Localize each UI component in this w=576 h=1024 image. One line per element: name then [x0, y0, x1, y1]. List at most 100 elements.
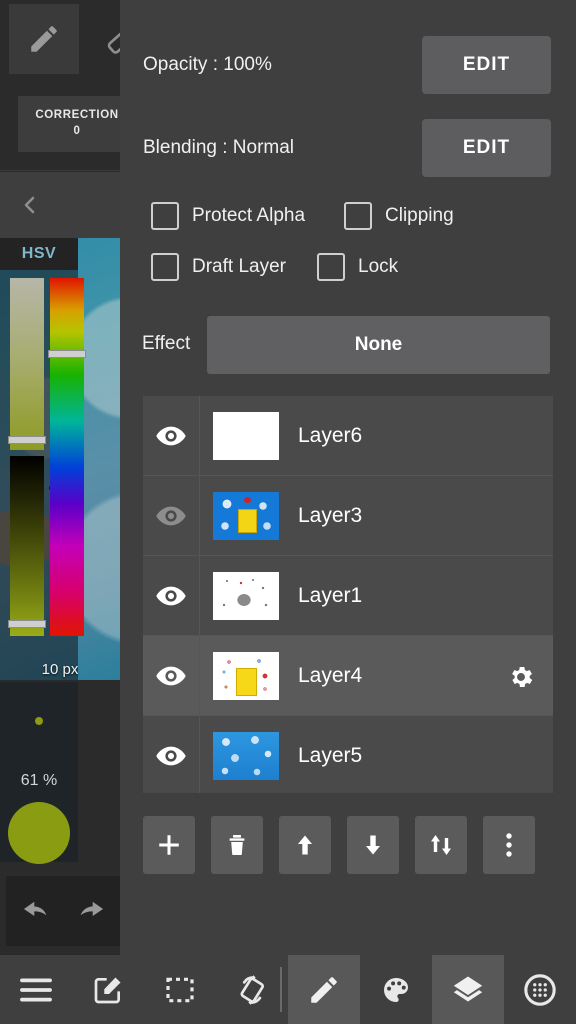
- layer-visibility-toggle[interactable]: [143, 475, 200, 556]
- table-row[interactable]: Layer6: [143, 396, 553, 476]
- reorder-layers-button[interactable]: [415, 816, 467, 874]
- layer-visibility-toggle[interactable]: [143, 715, 200, 793]
- nav-divider: [280, 967, 282, 1012]
- layer-visibility-toggle[interactable]: [143, 555, 200, 636]
- layer-thumbnail[interactable]: [213, 411, 279, 460]
- ibispaint-app: CORRECTION 0 HSV 10 px 61 % Opacity: 10…: [0, 0, 576, 1024]
- nav-selection-button[interactable]: [144, 955, 216, 1024]
- gear-icon: [512, 666, 533, 688]
- arrow-up-icon: [298, 835, 312, 855]
- checkbox-draft-layer[interactable]: Draft Layer: [151, 253, 286, 281]
- current-color-swatch[interactable]: [8, 802, 70, 864]
- brush-dot-preview: [35, 717, 43, 725]
- table-row[interactable]: Layer1: [143, 555, 553, 636]
- left-sidebar: CORRECTION 0 HSV 10 px 61 %: [0, 0, 120, 955]
- effect-value-button[interactable]: None: [207, 316, 550, 374]
- eye-icon: [156, 746, 186, 765]
- layer-settings-button[interactable]: [507, 663, 535, 691]
- opacity-row: Opacity : 100% EDIT: [120, 28, 576, 102]
- trash-icon: [229, 835, 245, 855]
- chevron-left-icon: [18, 190, 42, 220]
- checkbox-lock[interactable]: Lock: [317, 253, 398, 281]
- nav-menu-button[interactable]: [0, 955, 72, 1024]
- tool-strip: [0, 0, 120, 78]
- layer-action-bar: [143, 816, 553, 936]
- nav-layers-button[interactable]: [432, 955, 504, 1024]
- effect-row: Effect None: [120, 316, 576, 376]
- nav-rotate-button[interactable]: [216, 955, 288, 1024]
- palette-icon: [384, 977, 408, 1002]
- layers-list[interactable]: Layer6 Layer3 Layer1 Layer4 Layer5: [143, 396, 553, 793]
- pencil-tool-button[interactable]: [9, 4, 79, 74]
- checkbox-box: [344, 202, 372, 230]
- add-layer-button[interactable]: [143, 816, 195, 874]
- blending-edit-button[interactable]: EDIT: [422, 119, 551, 177]
- layer-properties-panel: Opacity : 100% EDIT Blending : Normal ED…: [120, 0, 576, 955]
- eye-icon: [156, 426, 186, 445]
- undo-redo-bar: [6, 876, 120, 946]
- delete-layer-button[interactable]: [211, 816, 263, 874]
- layer-visibility-toggle[interactable]: [143, 396, 200, 476]
- eye-icon: [156, 586, 186, 605]
- hsv-title-bar: HSV: [0, 238, 78, 270]
- blending-label: Blending : Normal: [143, 137, 295, 158]
- eye-icon: [156, 666, 186, 685]
- layer-name: Layer4: [298, 663, 363, 687]
- table-row[interactable]: Layer4: [143, 635, 553, 716]
- layer-thumbnail[interactable]: [213, 651, 279, 700]
- nav-palette-button[interactable]: [360, 955, 432, 1024]
- table-row[interactable]: Layer3: [143, 475, 553, 556]
- checkbox-box: [151, 202, 179, 230]
- value-slider[interactable]: [10, 456, 44, 636]
- layer-thumbnail[interactable]: [213, 731, 279, 780]
- nav-brush-button[interactable]: [288, 955, 360, 1024]
- checkbox-clipping[interactable]: Clipping: [344, 202, 454, 230]
- pencil-icon: [27, 22, 61, 56]
- opacity-label: Opacity : 100%: [143, 54, 272, 75]
- grid-circle-icon: [524, 973, 556, 1006]
- hue-slider[interactable]: [50, 278, 84, 636]
- divider: [0, 170, 120, 171]
- layer-name: Layer5: [298, 743, 363, 767]
- correction-title: CORRECTION: [35, 109, 119, 122]
- more-vertical-icon: [506, 833, 512, 857]
- checkbox-label: Draft Layer: [192, 256, 286, 277]
- saturation-slider[interactable]: [10, 278, 44, 450]
- checkbox-label: Protect Alpha: [192, 205, 306, 226]
- checkbox-box: [151, 253, 179, 281]
- table-row[interactable]: Layer5: [143, 715, 553, 793]
- marquee-icon: [166, 977, 194, 1002]
- checkbox-protect-alpha[interactable]: Protect Alpha: [151, 202, 305, 230]
- value-slider-thumb[interactable]: [8, 620, 46, 628]
- layers-icon: [453, 976, 483, 1001]
- edit-square-icon: [94, 976, 121, 1003]
- undo-button[interactable]: [15, 894, 55, 928]
- redo-button[interactable]: [72, 894, 112, 928]
- nav-edit-button[interactable]: [72, 955, 144, 1024]
- effect-label: Effect: [142, 333, 191, 354]
- brush-size-label[interactable]: 10 px: [0, 656, 120, 682]
- plus-icon: [159, 835, 179, 855]
- blending-row: Blending : Normal EDIT: [120, 111, 576, 185]
- layer-thumbnail[interactable]: [213, 491, 279, 540]
- eraser-tool-button[interactable]: [84, 4, 120, 74]
- checkbox-label: Clipping: [385, 205, 454, 226]
- layer-visibility-toggle[interactable]: [143, 635, 200, 716]
- opacity-edit-button[interactable]: EDIT: [422, 36, 551, 94]
- pencil-icon: [311, 976, 337, 1003]
- correction-button[interactable]: CORRECTION 0: [18, 96, 120, 152]
- hue-slider-thumb[interactable]: [48, 350, 86, 358]
- saturation-slider-thumb[interactable]: [8, 436, 46, 444]
- arrow-down-icon: [366, 835, 380, 855]
- rotate-icon: [240, 974, 264, 1005]
- checkbox-box: [317, 253, 345, 281]
- back-chevron-button[interactable]: [0, 172, 120, 238]
- more-options-button[interactable]: [483, 816, 535, 874]
- move-layer-down-button[interactable]: [347, 816, 399, 874]
- layer-name: Layer1: [298, 583, 363, 607]
- brush-opacity-label[interactable]: 61 %: [0, 772, 78, 790]
- nav-filters-button[interactable]: [504, 955, 576, 1024]
- move-layer-up-button[interactable]: [279, 816, 331, 874]
- layer-thumbnail[interactable]: [213, 571, 279, 620]
- hsv-title: HSV: [21, 245, 57, 262]
